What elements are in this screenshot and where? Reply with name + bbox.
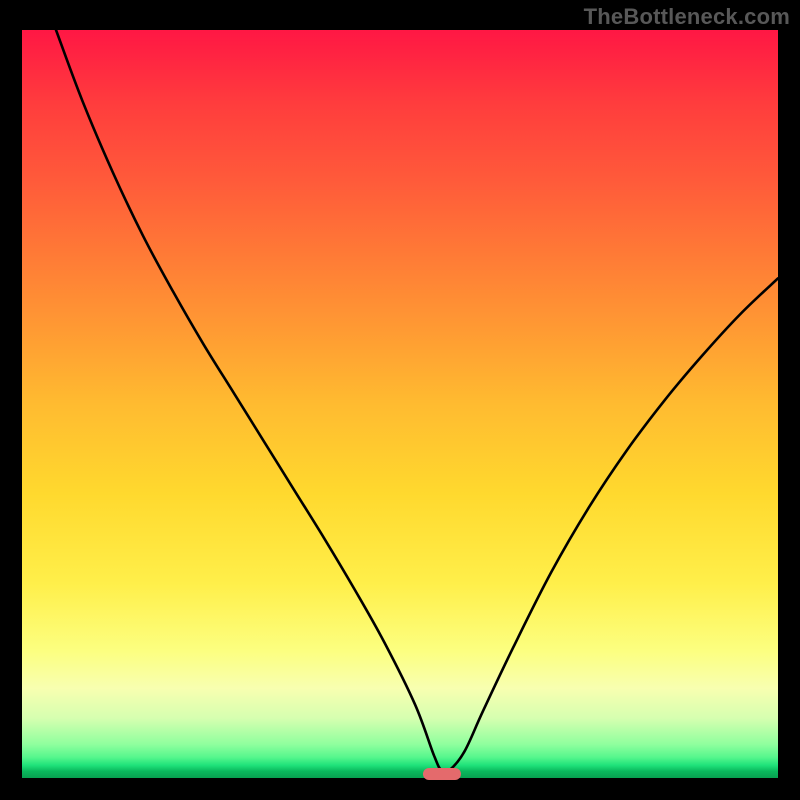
chart-frame: TheBottleneck.com [0,0,800,800]
optimal-marker [423,768,461,780]
bottleneck-curve [56,30,778,773]
attribution-text: TheBottleneck.com [584,4,790,30]
plot-area [22,30,778,778]
curve-svg [22,30,778,778]
